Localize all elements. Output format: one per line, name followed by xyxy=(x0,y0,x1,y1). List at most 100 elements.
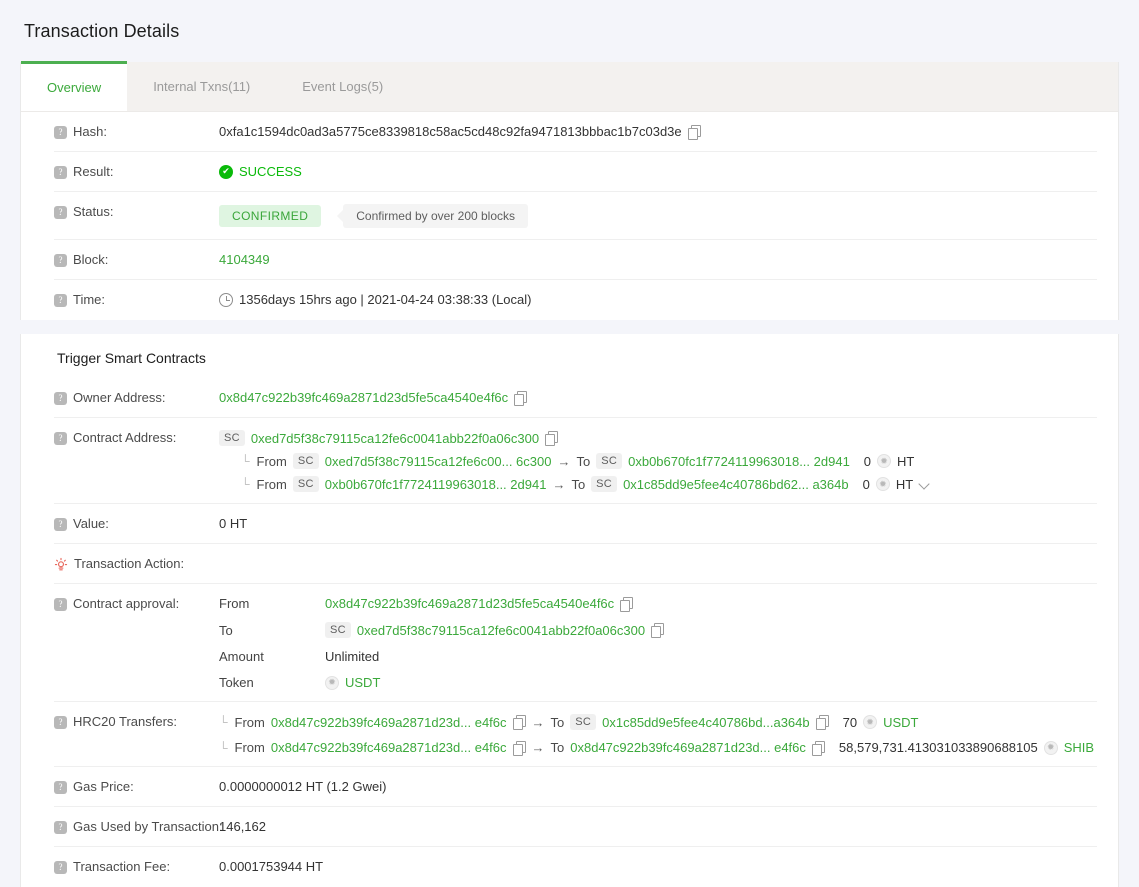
status-badge: CONFIRMED xyxy=(219,205,322,227)
copy-icon[interactable] xyxy=(620,596,634,612)
row-contract-label: ? Contract Address: xyxy=(54,429,219,445)
row-status: ? Status: CONFIRMED Confirmed by over 20… xyxy=(54,192,1097,240)
help-icon[interactable]: ? xyxy=(54,294,67,307)
help-icon[interactable]: ? xyxy=(54,432,67,445)
tree-corner-icon: └ xyxy=(241,454,250,468)
row-value: ? Value: 0 HT xyxy=(54,504,1097,544)
from-label: From xyxy=(256,453,287,469)
row-transaction-fee-label-text: Transaction Fee: xyxy=(73,859,171,874)
row-hash-label-text: Hash: xyxy=(73,124,107,139)
lightbulb-icon xyxy=(54,557,68,571)
page-header: Transaction Details xyxy=(0,0,1139,62)
row-owner-value: 0x8d47c922b39fc469a2871d23d5fe5ca4540e4f… xyxy=(219,389,1097,406)
copy-icon[interactable] xyxy=(811,740,825,756)
help-icon[interactable]: ? xyxy=(54,821,67,834)
time-text: 1356days 15hrs ago | 2021-04-24 03:38:33… xyxy=(239,292,532,307)
from-label: From xyxy=(234,740,265,755)
copy-icon[interactable] xyxy=(514,390,528,406)
row-time-label-text: Time: xyxy=(73,292,106,307)
help-icon[interactable]: ? xyxy=(54,254,67,267)
from-label: From xyxy=(234,714,265,730)
row-owner-label-text: Owner Address: xyxy=(73,390,166,405)
card-gap xyxy=(0,320,1139,334)
row-transaction-action-label-text: Transaction Action: xyxy=(74,556,185,571)
to-address-link[interactable]: 0xb0b670fc1f7724119963018... 2d941 xyxy=(628,454,850,469)
approval-token-symbol[interactable]: USDT xyxy=(345,675,380,690)
approval-token-key: Token xyxy=(219,675,254,690)
transfer-amount: 0 xyxy=(862,476,870,492)
row-result: ? Result: ✔ SUCCESS xyxy=(54,152,1097,192)
result-status-text: SUCCESS xyxy=(239,164,302,179)
owner-address-link[interactable]: 0x8d47c922b39fc469a2871d23d5fe5ca4540e4f… xyxy=(219,390,508,405)
block-link[interactable]: 4104349 xyxy=(219,252,270,267)
approval-to-key: To xyxy=(219,622,233,638)
from-address-link[interactable]: 0xed7d5f38c79115ca12fe6c00... 6c300 xyxy=(325,454,552,469)
help-icon[interactable]: ? xyxy=(54,126,67,139)
tab-overview[interactable]: Overview xyxy=(21,61,128,111)
row-result-value: ✔ SUCCESS xyxy=(219,163,1097,179)
row-value-label-text: Value: xyxy=(73,516,109,531)
row-transaction-fee-label: ? Transaction Fee: xyxy=(54,858,219,874)
to-address-link[interactable]: 0x8d47c922b39fc469a2871d23d... e4f6c xyxy=(570,740,806,755)
value-amount: 0 HT xyxy=(219,516,248,531)
row-gas-used: ? Gas Used by Transaction: 146,162 xyxy=(54,807,1097,847)
token-icon: ✹ xyxy=(325,675,339,690)
to-label: To xyxy=(571,476,586,492)
copy-icon[interactable] xyxy=(651,623,665,638)
to-address-link[interactable]: 0x1c85dd9e5fee4c40786bd...a364b xyxy=(602,715,809,730)
row-gas-used-label-text: Gas Used by Transaction: xyxy=(73,819,223,834)
row-status-label-text: Status: xyxy=(73,204,114,219)
from-address-link[interactable]: 0xb0b670fc1f7724119963018... 2d941 xyxy=(325,477,547,492)
to-label: To xyxy=(576,453,591,469)
row-contract-value: SC 0xed7d5f38c79115ca12fe6c0041abb22f0a0… xyxy=(219,429,1097,492)
help-icon[interactable]: ? xyxy=(54,392,67,405)
internal-transfer-row: └ From SC 0xb0b670fc1f7724119963018... 2… xyxy=(241,476,1097,492)
approval-to-address-link[interactable]: 0xed7d5f38c79115ca12fe6c0041abb22f0a06c3… xyxy=(357,623,645,638)
arrow-right-icon: → xyxy=(531,740,545,755)
help-icon[interactable]: ? xyxy=(54,166,67,179)
row-gas-used-label: ? Gas Used by Transaction: xyxy=(54,818,223,834)
tree-corner-icon: └ xyxy=(219,715,228,729)
tab-event-logs[interactable]: Event Logs(5) xyxy=(276,62,409,111)
row-block-label: ? Block: xyxy=(54,251,219,267)
row-hash-value: 0xfa1c1594dc0ad3a5775ce8339818c58ac5cd48… xyxy=(219,123,1097,140)
help-icon[interactable]: ? xyxy=(54,781,67,794)
tab-bar: Overview Internal Txns(11) Event Logs(5) xyxy=(21,61,1118,112)
gas-used-value: 146,162 xyxy=(219,819,266,834)
copy-icon[interactable] xyxy=(512,715,526,730)
token-icon: ✹ xyxy=(875,477,890,491)
row-value-content: 0 HT xyxy=(219,515,1097,531)
token-symbol[interactable]: USDT xyxy=(883,715,918,730)
row-block: ? Block: 4104349 xyxy=(54,240,1097,280)
to-address-link[interactable]: 0x1c85dd9e5fee4c40786bd62... a364b xyxy=(623,477,849,492)
contract-address-link[interactable]: 0xed7d5f38c79115ca12fe6c0041abb22f0a06c3… xyxy=(251,431,539,446)
copy-icon[interactable] xyxy=(512,740,526,756)
help-icon[interactable]: ? xyxy=(54,518,67,531)
token-symbol: HT xyxy=(895,476,914,492)
help-icon[interactable]: ? xyxy=(54,861,67,874)
from-address-link[interactable]: 0x8d47c922b39fc469a2871d23d... e4f6c xyxy=(271,740,507,755)
row-time-label: ? Time: xyxy=(54,291,219,307)
copy-icon[interactable] xyxy=(545,431,559,446)
to-label: To xyxy=(550,714,565,730)
from-address-link[interactable]: 0x8d47c922b39fc469a2871d23d... e4f6c xyxy=(271,715,507,730)
copy-icon[interactable] xyxy=(687,124,701,140)
row-gas-price-value: 0.0000000012 HT (1.2 Gwei) xyxy=(219,778,1097,794)
chevron-down-icon[interactable] xyxy=(919,478,931,490)
help-icon[interactable]: ? xyxy=(54,598,67,611)
copy-icon[interactable] xyxy=(815,715,829,730)
tab-internal-txns[interactable]: Internal Txns(11) xyxy=(127,62,276,111)
approval-from-address-link[interactable]: 0x8d47c922b39fc469a2871d23d5fe5ca4540e4f… xyxy=(325,596,614,611)
row-status-value: CONFIRMED Confirmed by over 200 blocks xyxy=(219,203,1097,228)
token-symbol[interactable]: SHIB xyxy=(1064,740,1094,755)
row-result-label: ? Result: xyxy=(54,163,219,179)
sc-badge: SC xyxy=(292,453,319,469)
token-symbol: HT xyxy=(897,453,915,469)
row-transaction-action-label: Transaction Action: xyxy=(54,555,219,571)
help-icon[interactable]: ? xyxy=(54,716,67,729)
help-icon[interactable]: ? xyxy=(54,206,67,219)
internal-transfer-row: └ From SC 0xed7d5f38c79115ca12fe6c00... … xyxy=(241,453,1097,469)
to-label: To xyxy=(550,740,565,755)
clock-icon xyxy=(219,292,233,307)
row-hrc20-transfers: ? HRC20 Transfers: └ From 0x8d47c922b39f… xyxy=(54,702,1097,767)
